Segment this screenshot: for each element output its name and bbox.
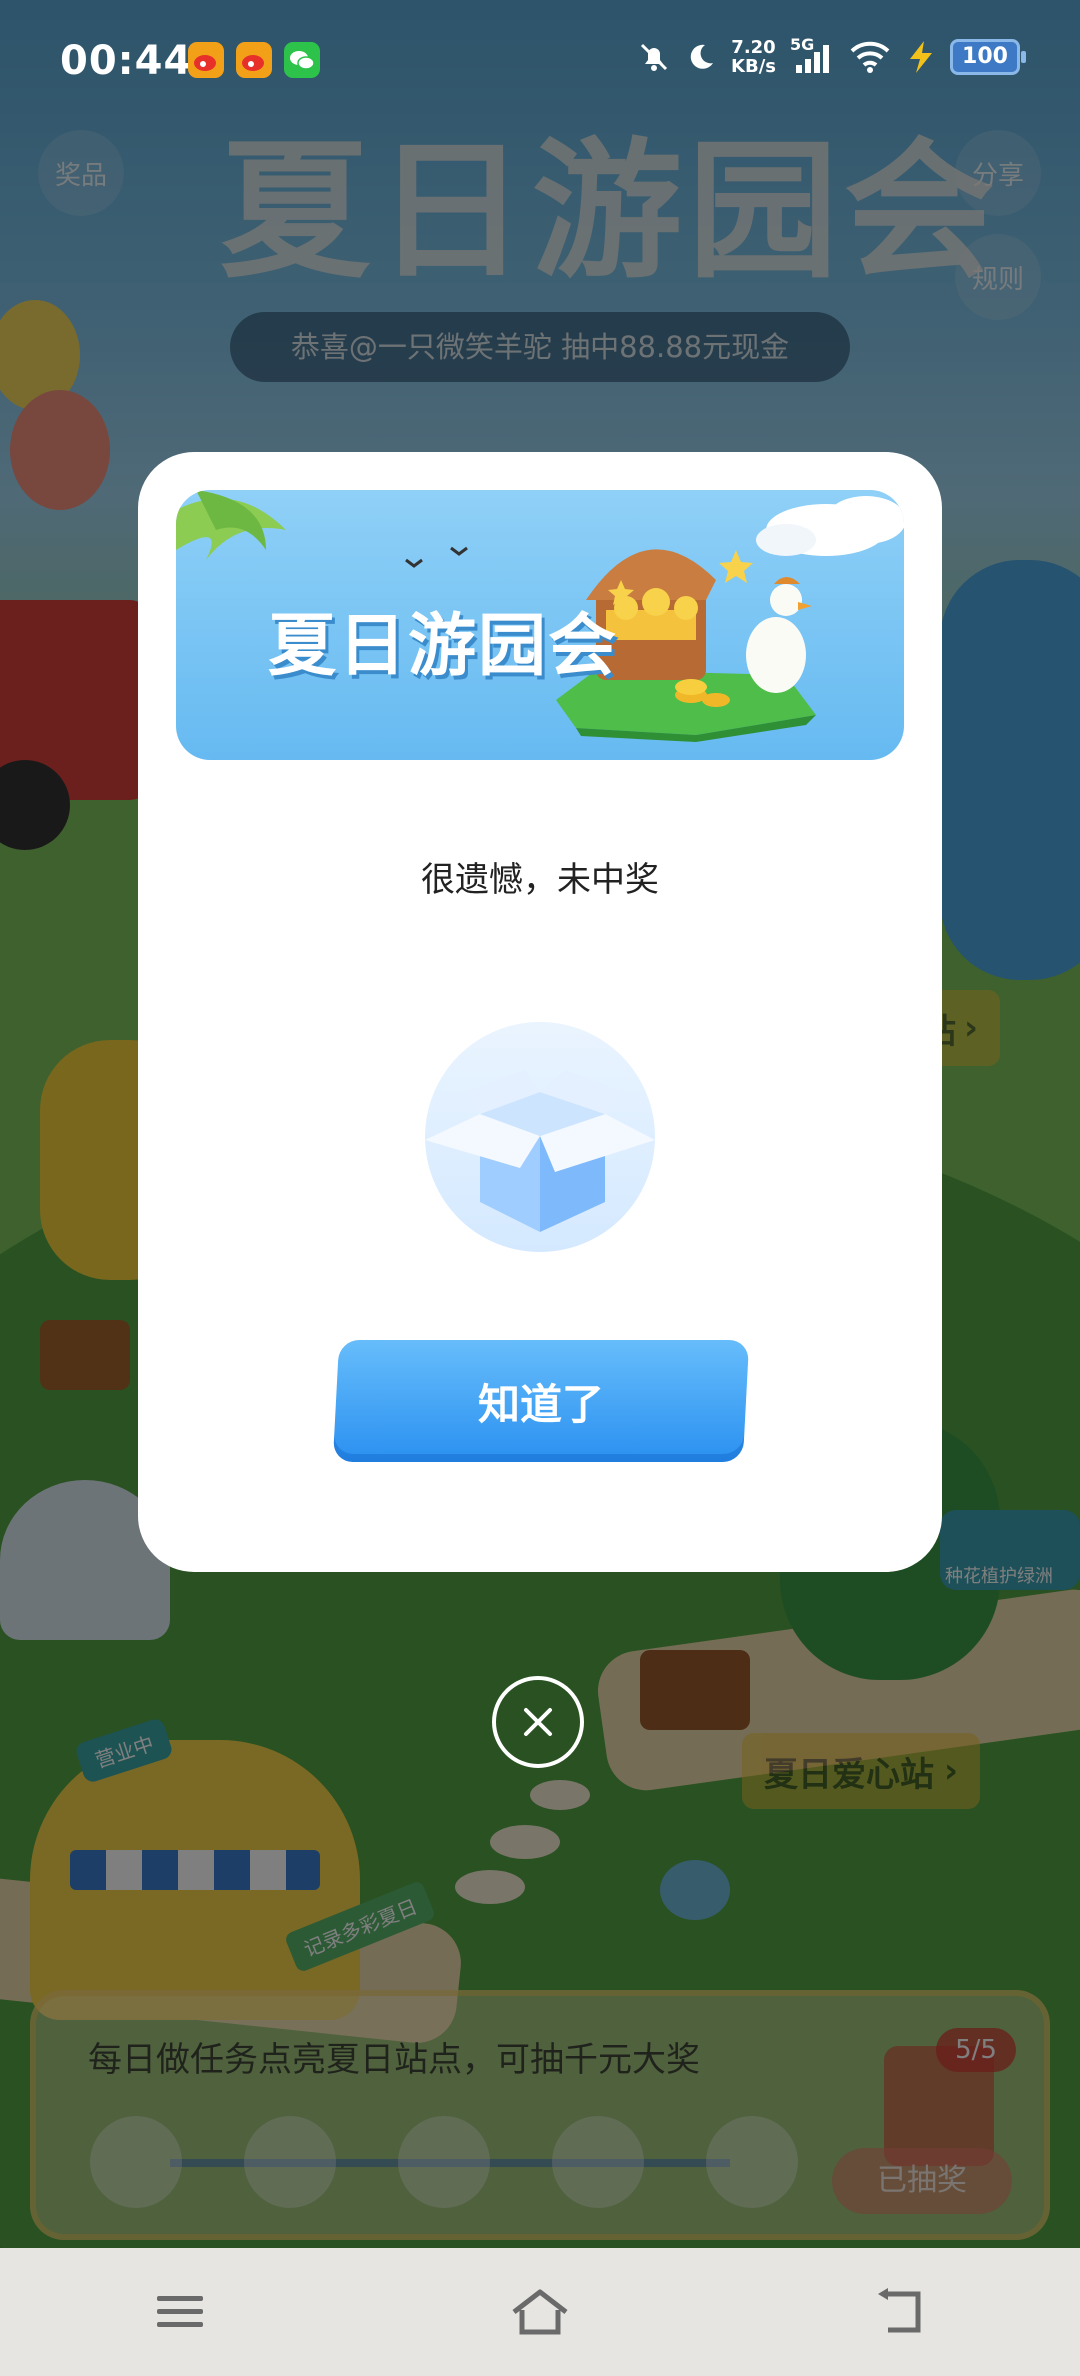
mute-icon (640, 43, 668, 71)
weibo-icon (236, 42, 272, 78)
dialog-banner: 夏日游园会 (176, 490, 904, 760)
got-it-button[interactable]: 知道了 (332, 1340, 750, 1462)
home-icon (512, 2289, 568, 2335)
charging-icon (910, 41, 932, 73)
result-dialog: 夏日游园会 很遗憾，未中奖 知道了 (138, 452, 942, 1572)
got-it-label: 知道了 (477, 1380, 604, 1428)
status-right-group: 7.20 KB/s 5G 100 (637, 35, 1026, 76)
net-speed: 7.20 KB/s (731, 38, 776, 76)
status-time: 00:44 (60, 38, 193, 84)
banner-title: 夏日游园会 (268, 607, 619, 686)
weibo-icon (188, 42, 224, 78)
close-dialog-button[interactable] (492, 1676, 584, 1768)
battery-icon: 100 (950, 39, 1026, 75)
home-nav-button[interactable] (480, 2262, 600, 2362)
back-nav-button[interactable] (840, 2262, 960, 2362)
net-speed-value: 7.20 (731, 37, 776, 58)
empty-box-icon (425, 1022, 655, 1252)
close-icon (524, 1708, 552, 1736)
signal-icon: 5G (790, 35, 834, 75)
status-bar: 00:44 7.20 KB/s 5G 100 (0, 0, 1080, 120)
wechat-icon (284, 42, 320, 78)
menu-icon (157, 2296, 203, 2327)
system-nav-bar (0, 2248, 1080, 2376)
menu-nav-button[interactable] (120, 2262, 240, 2362)
wifi-icon (850, 41, 890, 73)
back-icon (878, 2288, 921, 2333)
net-speed-unit: KB/s (731, 56, 776, 77)
battery-level: 100 (962, 44, 1008, 69)
moon-icon (690, 44, 714, 69)
result-message: 很遗憾，未中奖 (421, 860, 659, 900)
